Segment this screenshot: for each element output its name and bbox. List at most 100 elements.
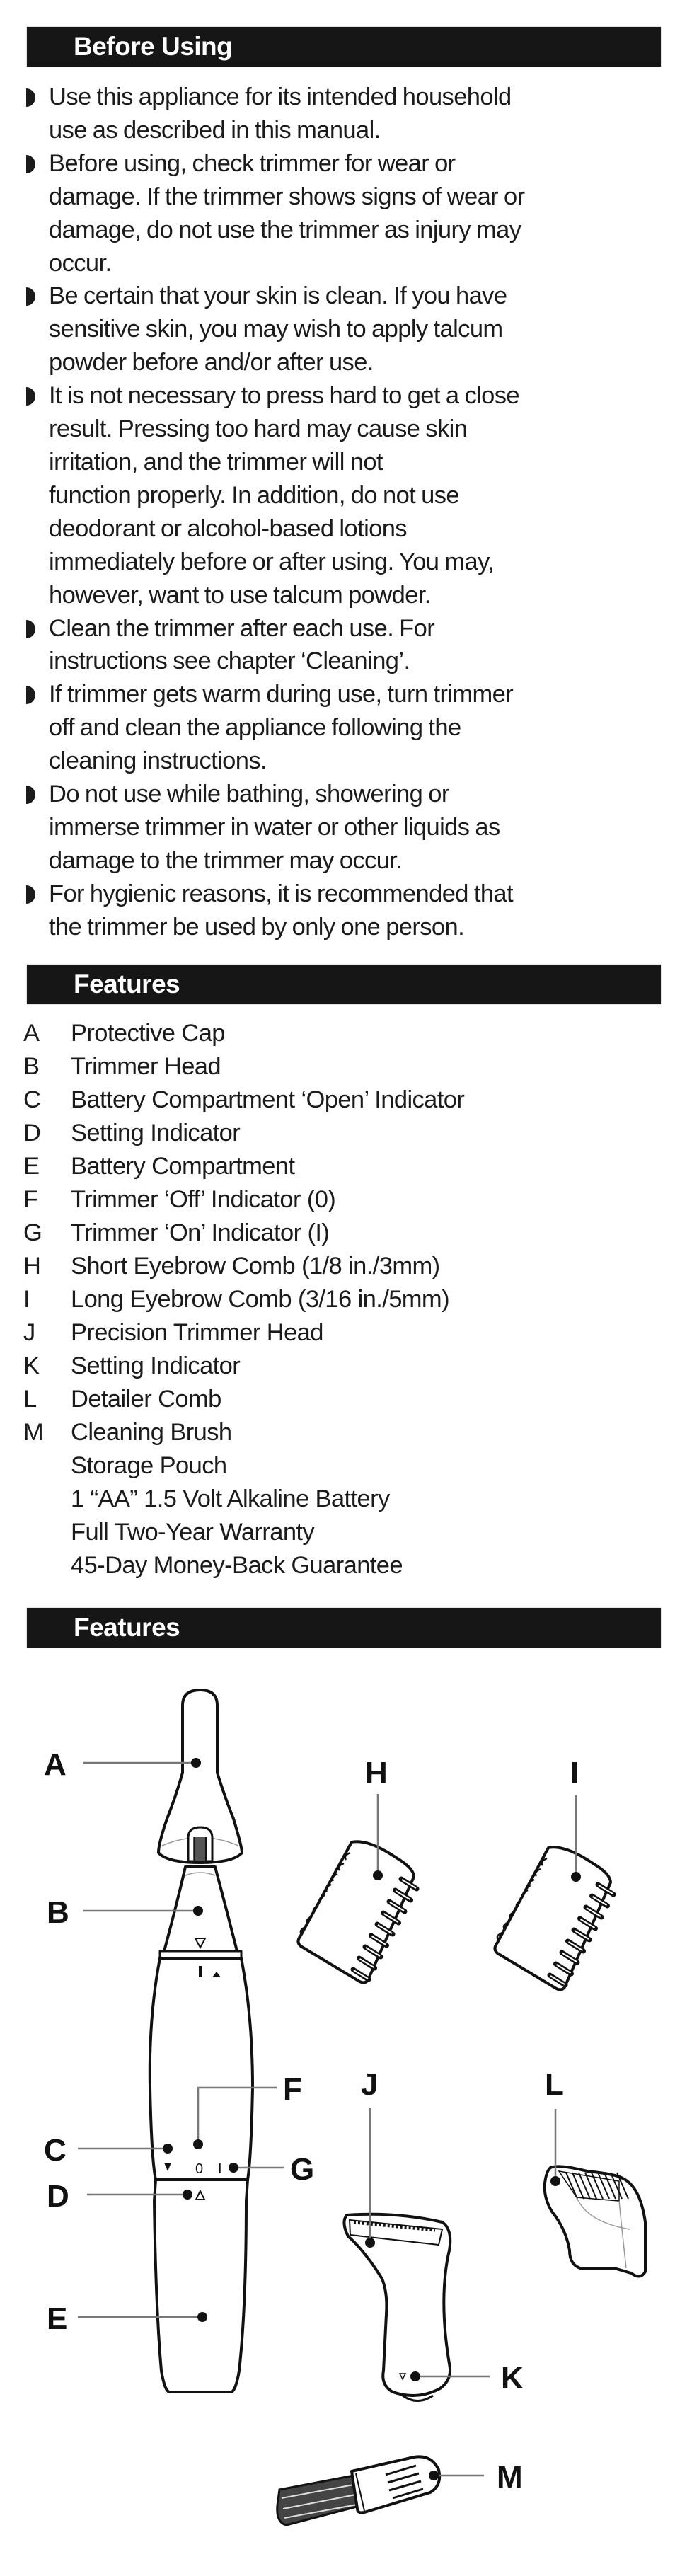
bullet-text-line: cleaning instructions.	[49, 747, 267, 775]
feature-key: E	[23, 1153, 40, 1180]
bullet-text-line: irritation, and the trimmer will not	[49, 448, 383, 476]
bullet-text-line: damage. If the trimmer shows signs of we…	[49, 183, 525, 210]
feature-label: Protective Cap	[71, 1020, 225, 1047]
bullet-text-line: function properly. In addition, do not u…	[49, 481, 460, 509]
bullet-text-line: occur.	[49, 249, 112, 277]
short-eyebrow-comb-drawing	[296, 1794, 420, 1984]
feature-label: Setting Indicator	[71, 1352, 241, 1379]
feature-key: B	[23, 1053, 40, 1080]
feature-key: A	[23, 1020, 40, 1047]
precision-trimmer-head-drawing	[342, 2108, 490, 2402]
bullet-text-line: It is not necessary to press hard to get…	[49, 382, 520, 410]
bullet-text-line: damage to the trimmer may occur.	[49, 846, 403, 874]
features-diagram: 0 I A B C D E F G H I J K L M	[44, 1689, 647, 2526]
bullet-item: For hygienic reasons, it is recommended …	[26, 878, 663, 944]
feature-key: L	[23, 1386, 37, 1413]
feature-key: C	[23, 1086, 41, 1113]
bullet-text-line: Before using, check trimmer for wear or	[49, 149, 456, 177]
callout-k: K	[501, 2361, 524, 2396]
feature-label: Battery Compartment ‘Open’ Indicator	[71, 1086, 465, 1113]
bullet-item: If trimmer gets warm during use, turn tr…	[26, 678, 663, 778]
off-mark: 0	[195, 2161, 203, 2177]
before-using-header: Before Using	[27, 27, 661, 67]
feature-label: Trimmer ‘Off’ Indicator (0)	[71, 1186, 336, 1213]
callout-i: I	[570, 1756, 579, 1790]
callout-b: B	[47, 1895, 69, 1930]
feature-label: Setting Indicator	[71, 1120, 241, 1146]
bullet-text-line: powder before and/or after use.	[49, 349, 374, 376]
cleaning-brush-drawing	[276, 2455, 484, 2526]
feature-key: K	[23, 1352, 40, 1379]
long-eyebrow-comb-drawing	[493, 1795, 616, 1991]
feature-key: I	[23, 1286, 30, 1313]
bullet-text-line: sensitive skin, you may wish to apply ta…	[49, 316, 503, 343]
feature-key: F	[23, 1186, 38, 1213]
callout-m: M	[497, 2460, 523, 2495]
features-list-header: Features	[27, 965, 661, 1004]
callout-d: D	[47, 2179, 69, 2214]
feature-label: Precision Trimmer Head	[71, 1319, 323, 1346]
bullet-item: Before using, check trimmer for wear or d…	[26, 147, 663, 280]
bullet-item: Be certain that your skin is clean. If y…	[26, 280, 663, 379]
half-circle-bullet-icon	[26, 686, 35, 705]
callout-c: C	[44, 2133, 67, 2168]
callout-e: E	[47, 2301, 67, 2336]
feature-label: Full Two-Year Warranty	[71, 1519, 315, 1546]
feature-label: Battery Compartment	[71, 1153, 295, 1180]
bullet-text-line: damage, do not use the trimmer as injury…	[49, 216, 521, 243]
bullet-text-line: result. Pressing too hard may cause skin	[49, 415, 468, 443]
bullet-text-line: Clean the trimmer after each use. For	[49, 614, 435, 642]
bullet-text-line: the trimmer be used by only one person.	[49, 913, 465, 941]
bullet-text-line: Use this appliance for its intended hous…	[49, 84, 512, 110]
bullet-item: It is not necessary to press hard to get…	[26, 379, 663, 611]
callout-a: A	[44, 1747, 67, 1782]
bullet-item: Clean the trimmer after each use. For ins…	[26, 612, 663, 679]
bullet-text-line: Be certain that your skin is clean. If y…	[49, 282, 507, 310]
bullet-text-line: off and clean the appliance following th…	[49, 714, 461, 742]
half-circle-bullet-icon	[26, 154, 35, 173]
callout-g: G	[290, 2152, 314, 2187]
bullet-text-line: immerse trimmer in water or other liquid…	[49, 813, 500, 841]
callout-l: L	[545, 2067, 564, 2102]
on-mark: I	[218, 2161, 222, 2177]
feature-key: J	[23, 1319, 35, 1346]
section-title: Features	[74, 1613, 180, 1642]
bullet-text-line: Do not use while bathing, showering or	[49, 781, 449, 808]
trimmer-body-drawing: 0 I	[148, 1950, 254, 2393]
feature-label: Long Eyebrow Comb (3/16 in./5mm)	[71, 1286, 450, 1313]
feature-label: 45-Day Money-Back Guarantee	[71, 1552, 403, 1579]
bullet-item: Use this appliance for its intended hous…	[26, 81, 663, 147]
half-circle-bullet-icon	[26, 619, 35, 638]
feature-label: Storage Pouch	[71, 1452, 227, 1479]
feature-key: D	[23, 1120, 41, 1146]
callout-f: F	[283, 2072, 302, 2107]
section-title: Features	[74, 970, 180, 999]
feature-key: H	[23, 1253, 41, 1280]
bullet-text-line: instructions see chapter ‘Cleaning’.	[49, 648, 410, 675]
bullet-text-line: use as described in this manual.	[49, 116, 381, 144]
feature-label: Cleaning Brush	[71, 1419, 232, 1446]
feature-key: M	[23, 1419, 44, 1446]
half-circle-bullet-icon	[26, 387, 35, 406]
feature-key: G	[23, 1219, 42, 1246]
half-circle-bullet-icon	[26, 885, 35, 904]
callout-h: H	[365, 1756, 388, 1790]
before-using-list: Use this appliance for its intended hous…	[26, 81, 663, 944]
feature-label: Short Eyebrow Comb (1/8 in./3mm)	[71, 1253, 440, 1280]
bullet-text-line: however, want to use talcum powder.	[49, 581, 431, 609]
half-circle-bullet-icon	[26, 88, 35, 107]
detailer-comb-drawing	[543, 2109, 647, 2278]
half-circle-bullet-icon	[26, 786, 35, 805]
feature-label: Trimmer Head	[71, 1053, 221, 1080]
protective-cap-drawing	[157, 1689, 243, 1864]
bullet-text-line: If trimmer gets warm during use, turn tr…	[49, 681, 514, 708]
bullet-item: Do not use while bathing, showering or im…	[26, 778, 663, 878]
half-circle-bullet-icon	[26, 287, 35, 306]
section-title: Before Using	[74, 32, 233, 61]
bullet-text-line: For hygienic reasons, it is recommended …	[49, 880, 514, 907]
feature-label: Detailer Comb	[71, 1386, 221, 1413]
feature-label: Trimmer ‘On’ Indicator (I)	[71, 1219, 330, 1246]
features-diagram-header: Features	[27, 1608, 661, 1648]
feature-label: 1 “AA” 1.5 Volt Alkaline Battery	[71, 1485, 390, 1512]
on-mark-icon	[199, 1966, 202, 1977]
